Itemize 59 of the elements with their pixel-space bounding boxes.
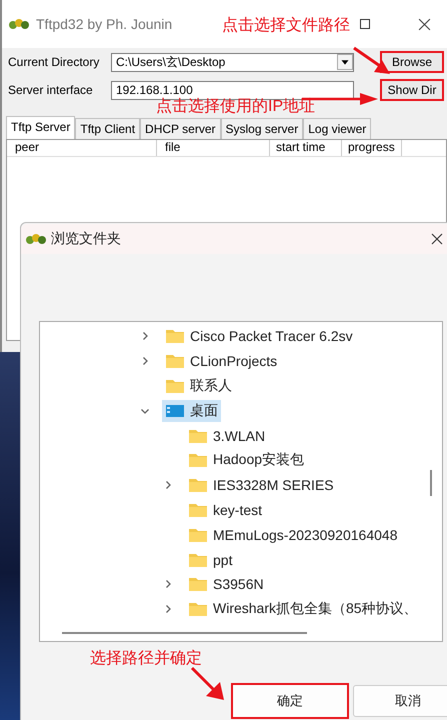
tab[interactable]: Syslog server (220, 118, 304, 139)
column-header[interactable]: file (157, 140, 270, 156)
column-header[interactable]: peer (7, 140, 157, 156)
field-label: Server interface (8, 83, 94, 97)
app-icon (8, 16, 30, 32)
chevron-right-icon[interactable] (140, 331, 150, 342)
tree-item[interactable]: 联系人 (162, 374, 235, 397)
cancel-button[interactable]: 取消 (353, 685, 447, 717)
annotation-arrow (190, 666, 226, 702)
annotation-arrow (352, 46, 392, 76)
window-title: Tftpd32 by Ph. Jounin (36, 16, 172, 32)
app-icon (25, 231, 47, 247)
scrollbar-thumb[interactable] (430, 470, 432, 496)
tree-item[interactable]: MEmuLogs-20230920164048 (185, 524, 400, 546)
folder-icon (188, 526, 208, 543)
desktop-icon (165, 402, 185, 419)
chevron-right-icon[interactable] (140, 356, 150, 366)
field-label: Current Directory (8, 55, 100, 69)
chevron-right-icon[interactable] (163, 480, 173, 490)
close-icon[interactable] (418, 18, 431, 30)
folder-icon (188, 428, 208, 444)
scrollbar-thumb[interactable] (62, 632, 307, 634)
ok-button[interactable]: 确定 (231, 683, 349, 719)
folder-icon (165, 328, 185, 344)
tree-item[interactable]: S3956N (185, 573, 267, 596)
annotation-text: 选择路径并确定 (90, 650, 202, 668)
folder-icon (188, 452, 208, 468)
tab[interactable]: Tftp Client (75, 118, 140, 139)
tree-item[interactable]: 3.WLAN (185, 424, 268, 447)
tree-item[interactable]: 桌面 (162, 400, 221, 422)
tree-item[interactable]: ppt (185, 548, 236, 571)
tree-item[interactable]: Cisco Packet Tracer 6.2sv (162, 325, 356, 348)
folder-icon (188, 576, 208, 592)
annotation-text: 点击选择文件路径 (222, 17, 350, 35)
folder-icon (165, 353, 185, 370)
browse-button[interactable]: Browse (380, 51, 444, 73)
show-dir-button[interactable]: Show Dir (380, 79, 444, 101)
directory-combo[interactable]: C:\Users\玄\Desktop (111, 52, 354, 72)
folder-icon (165, 378, 185, 394)
close-icon[interactable] (431, 233, 443, 245)
folder-icon (188, 552, 208, 568)
tree-item[interactable]: CLionProjects (162, 350, 280, 372)
maximize-icon[interactable] (360, 19, 370, 29)
chevron-right-icon[interactable] (163, 579, 173, 590)
tab[interactable]: Log viewer (303, 118, 372, 139)
tree-item[interactable]: key-test (185, 498, 266, 521)
folder-icon (188, 502, 208, 518)
tree-item[interactable]: IES3328M SERIES (185, 474, 337, 496)
dropdown-icon[interactable] (337, 54, 353, 70)
dialog-title: 浏览文件夹 (51, 230, 121, 248)
column-header[interactable]: start time (270, 140, 342, 156)
tree-item[interactable]: Wireshark抓包全集（85种协议、 (185, 598, 421, 620)
tree-item[interactable]: Hadoop安装包 (185, 449, 308, 472)
column-header[interactable]: progress (342, 140, 402, 156)
tab[interactable]: Tftp Server (6, 116, 76, 139)
folder-icon (188, 601, 208, 618)
chevron-right-icon[interactable] (163, 604, 173, 614)
folder-icon (188, 477, 208, 494)
tab[interactable]: DHCP server (140, 118, 221, 139)
